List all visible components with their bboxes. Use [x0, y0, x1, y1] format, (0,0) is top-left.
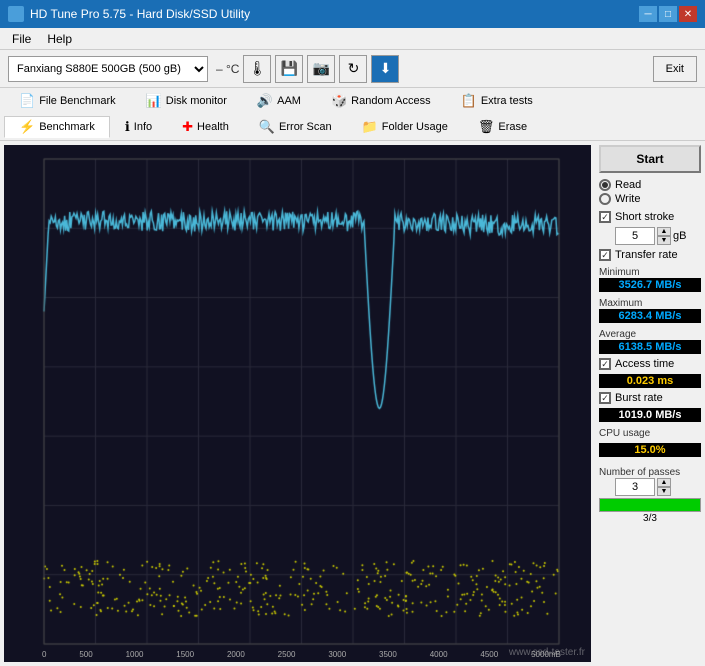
chart-area: MB/s ms 7000 6000 5000 4000 3000 2000 10… [4, 145, 591, 662]
average-value: 6138.5 MB/s [599, 340, 701, 354]
menu-file[interactable]: File [4, 30, 39, 48]
watermark: www.ssd-tester.fr [509, 647, 585, 658]
toolbar: Fanxiang S880E 500GB (500 gB) – °C 🌡 💾 📷… [0, 50, 705, 88]
start-button[interactable]: Start [599, 145, 701, 173]
tab-health[interactable]: ✚ Health [167, 116, 244, 138]
access-time-value: 0.023 ms [599, 374, 701, 388]
minimum-label: Minimum [599, 267, 701, 278]
tab-info[interactable]: ℹ Info [110, 116, 167, 138]
extra-tests-icon: 📋 [461, 93, 477, 109]
app-icon [8, 6, 24, 22]
titlebar: HD Tune Pro 5.75 - Hard Disk/SSD Utility… [0, 0, 705, 28]
short-stroke-spin-buttons: ▲ ▼ [657, 227, 671, 245]
short-stroke-checkbox-row[interactable]: Short stroke [599, 211, 701, 223]
tab-error-scan[interactable]: 🔍 Error Scan [244, 116, 347, 138]
benchmark-chart [4, 145, 591, 662]
info-icon-btn[interactable]: 🌡 [243, 55, 271, 83]
access-time-checkbox-row[interactable]: Access time [599, 358, 701, 370]
maximum-section: Maximum 6283.4 MB/s [599, 296, 701, 323]
erase-icon: 🗑 [478, 119, 495, 135]
average-section: Average 6138.5 MB/s [599, 327, 701, 354]
radio-group: Read Write [599, 179, 701, 205]
passes-spin-buttons: ▲ ▼ [657, 478, 671, 496]
download-icon-btn[interactable]: ⬇ [371, 55, 399, 83]
x-labels: 0 500 1000 1500 2000 2500 3000 3500 4000… [42, 646, 561, 662]
toolbar-icons: – °C 🌡 💾 📷 ↻ ⬇ [216, 55, 399, 83]
burst-rate-value: 1019.0 MB/s [599, 408, 701, 422]
radio-write-circle [599, 193, 611, 205]
radio-write[interactable]: Write [599, 193, 701, 205]
temp-label: – °C [216, 62, 239, 76]
progress-label: 3/3 [599, 513, 701, 524]
close-button[interactable]: ✕ [679, 6, 697, 22]
access-time-checkbox[interactable] [599, 358, 611, 370]
info-icon: ℹ [125, 119, 130, 135]
error-scan-icon: 🔍 [259, 119, 275, 135]
folder-usage-icon: 📁 [362, 119, 378, 135]
maximize-button[interactable]: □ [659, 6, 677, 22]
radio-read-circle [599, 179, 611, 191]
transfer-rate-checkbox[interactable] [599, 249, 611, 261]
radio-read[interactable]: Read [599, 179, 701, 191]
tab-row-1: 📄 File Benchmark 📊 Disk monitor 🔊 AAM 🎲 … [0, 88, 705, 114]
tab-random-access[interactable]: 🎲 Random Access [316, 90, 446, 112]
progress-bar-inner [600, 499, 700, 511]
short-stroke-spinbox-row: ▲ ▼ gB [615, 227, 701, 245]
cpu-usage-value: 15.0% [599, 443, 701, 457]
random-access-icon: 🎲 [331, 93, 347, 109]
menubar: File Help [0, 28, 705, 50]
right-panel: Start Read Write Short stroke ▲ ▼ gB [595, 141, 705, 666]
tabs-container: 📄 File Benchmark 📊 Disk monitor 🔊 AAM 🎲 … [0, 88, 705, 141]
burst-rate-checkbox[interactable] [599, 392, 611, 404]
camera-icon-btn[interactable]: 📷 [307, 55, 335, 83]
passes-spinbox-row: ▲ ▼ [615, 478, 701, 496]
file-benchmark-icon: 📄 [19, 93, 35, 109]
menu-help[interactable]: Help [39, 30, 80, 48]
tab-benchmark[interactable]: ⚡ Benchmark [4, 116, 110, 138]
refresh-icon-btn[interactable]: ↻ [339, 55, 367, 83]
passes-spin-down[interactable]: ▼ [657, 487, 671, 496]
maximum-value: 6283.4 MB/s [599, 309, 701, 323]
passes-input[interactable] [615, 478, 655, 496]
passes-spin-up[interactable]: ▲ [657, 478, 671, 487]
burst-rate-checkbox-row[interactable]: Burst rate [599, 392, 701, 404]
tab-file-benchmark[interactable]: 📄 File Benchmark [4, 90, 131, 112]
tab-folder-usage[interactable]: 📁 Folder Usage [347, 116, 463, 138]
aam-icon: 🔊 [257, 93, 273, 109]
disk-select[interactable]: Fanxiang S880E 500GB (500 gB) [8, 56, 208, 82]
minimize-button[interactable]: ─ [639, 6, 657, 22]
minimum-section: Minimum 3526.7 MB/s [599, 265, 701, 292]
disk-monitor-icon: 📊 [146, 93, 162, 109]
passes-label: Number of passes [599, 467, 701, 478]
benchmark-icon: ⚡ [19, 119, 35, 135]
short-stroke-spin-down[interactable]: ▼ [657, 236, 671, 245]
health-icon: ✚ [182, 119, 193, 135]
cpu-usage-label: CPU usage [599, 428, 701, 439]
progress-container: Number of passes ▲ ▼ 3/3 [599, 465, 701, 524]
tab-aam[interactable]: 🔊 AAM [242, 90, 316, 112]
minimum-value: 3526.7 MB/s [599, 278, 701, 292]
exit-button[interactable]: Exit [653, 56, 697, 82]
average-label: Average [599, 329, 701, 340]
tab-row-2: ⚡ Benchmark ℹ Info ✚ Health 🔍 Error Scan… [0, 114, 705, 140]
window-controls: ─ □ ✕ [639, 6, 697, 22]
short-stroke-checkbox[interactable] [599, 211, 611, 223]
window-title: HD Tune Pro 5.75 - Hard Disk/SSD Utility [30, 7, 639, 21]
short-stroke-spin-up[interactable]: ▲ [657, 227, 671, 236]
main-content: MB/s ms 7000 6000 5000 4000 3000 2000 10… [0, 141, 705, 666]
maximum-label: Maximum [599, 298, 701, 309]
tab-disk-monitor[interactable]: 📊 Disk monitor [131, 90, 242, 112]
short-stroke-unit: gB [673, 230, 686, 242]
short-stroke-input[interactable] [615, 227, 655, 245]
tab-erase[interactable]: 🗑 Erase [463, 116, 542, 138]
disk-icon-btn[interactable]: 💾 [275, 55, 303, 83]
transfer-rate-checkbox-row[interactable]: Transfer rate [599, 249, 701, 261]
progress-bar-outer [599, 498, 701, 512]
tab-extra-tests[interactable]: 📋 Extra tests [446, 90, 548, 112]
